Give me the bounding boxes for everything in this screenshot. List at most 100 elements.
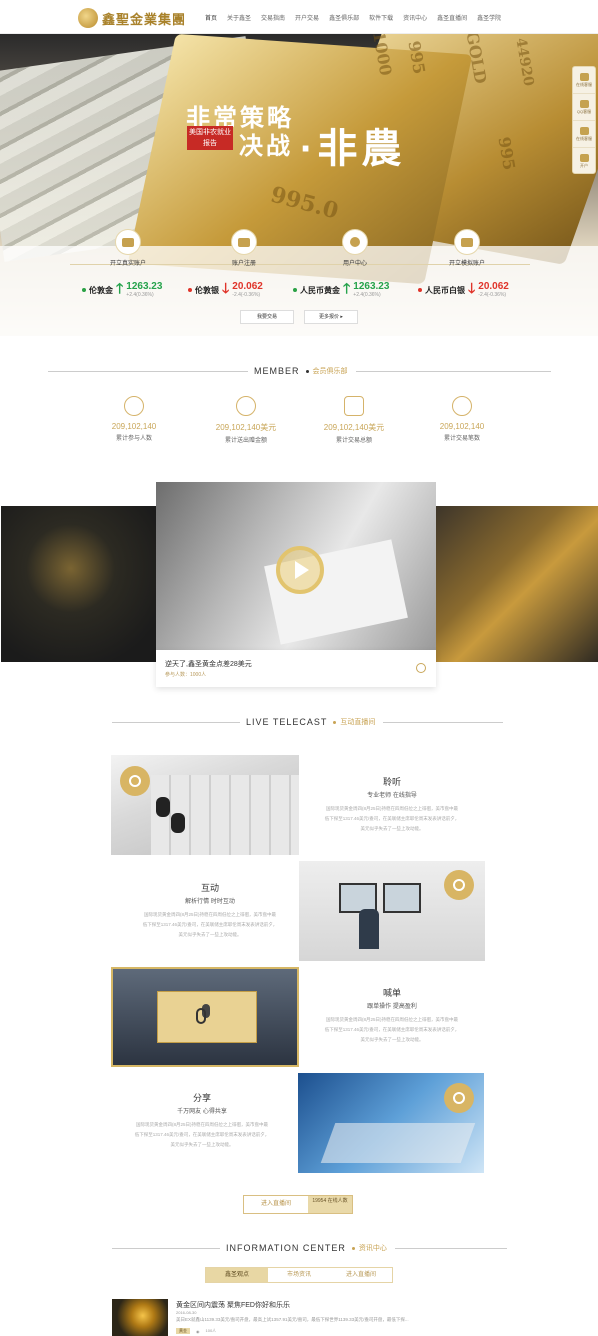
chat-icon — [579, 72, 589, 81]
live-item-title: 喊单 — [382, 988, 401, 998]
sidebar-item-online-service[interactable]: 在线客服 — [573, 67, 595, 94]
nav-item-download[interactable]: 软件下载 — [364, 13, 398, 22]
nav-item-guide[interactable]: 交易指南 — [256, 13, 290, 22]
status-dot — [82, 288, 86, 292]
stat-participants: 209,102,140 累计参与人数 — [84, 396, 184, 442]
live-item-subtitle: 千万网友 心得共享 — [177, 1109, 227, 1115]
stat-volume: 209,102,140美元 累计交易总额 — [304, 396, 404, 444]
quick-link-label[interactable]: 账户注册 — [204, 258, 284, 267]
play-small-icon[interactable] — [416, 663, 426, 673]
users-icon — [124, 396, 144, 416]
nav-item-news[interactable]: 资讯中心 — [398, 13, 432, 22]
play-icon[interactable] — [276, 546, 324, 594]
live-section-title: LIVE TELECAST 互动直播间 — [112, 717, 504, 727]
trade-button[interactable]: 我要交易 — [240, 310, 294, 324]
ticker-name: 伦敦金 — [89, 285, 113, 295]
section-title-cn: 资讯中心 — [358, 1245, 387, 1252]
sidebar-item-open[interactable]: 开户 — [573, 148, 595, 175]
quick-link-label[interactable]: 开立真实账户 — [88, 258, 168, 267]
quick-link-label[interactable]: 用户中心 — [315, 258, 395, 267]
user-center-icon[interactable] — [342, 229, 368, 255]
ticker-change: -2.4(-0.36%) — [478, 292, 507, 298]
info-tabs: 鑫圣观点 市场资讯 进入直播间 — [205, 1267, 393, 1283]
tab-market-news[interactable]: 市场资讯 — [268, 1268, 330, 1282]
dollar-hand-icon — [236, 396, 256, 416]
live-item-subtitle: 专业老师 在线指导 — [367, 793, 417, 799]
ticker-name: 伦敦银 — [195, 285, 219, 295]
section-title-en: MEMBER — [254, 366, 300, 376]
news-date: 2016-08-30 — [176, 1310, 197, 1315]
video-caption: 逆天了,鑫圣黄金点差28美元 参与人数：1000人 — [156, 650, 436, 687]
headset-icon — [579, 126, 589, 135]
nav-item-academy[interactable]: 鑫圣学院 — [472, 13, 506, 22]
stat-number: 209,102,140美元 — [215, 423, 277, 432]
live-item-title: 聆听 — [382, 777, 401, 787]
nav-item-open-account[interactable]: 开户交易 — [290, 13, 324, 22]
open-real-account-icon[interactable] — [115, 229, 141, 255]
ticker-name: 人民币黄金 — [300, 285, 340, 295]
news-title[interactable]: 黄金区间内震荡 聚焦FED你好和乐乐 — [176, 1300, 290, 1310]
section-title-cn: 会员俱乐部 — [312, 368, 348, 375]
logo-emblem-icon — [78, 8, 98, 28]
stat-number: 209,102,140美元 — [323, 423, 385, 432]
news-thumbnail[interactable] — [112, 1299, 168, 1336]
interaction-icon — [444, 870, 474, 900]
stat-label: 累计送出赠金额 — [224, 438, 267, 444]
live-item-desc: 国际现货黄金周四(8月25日)持稳在四周低位之上徘徊，美市盘中最低下探至1317… — [134, 1122, 270, 1147]
video-title[interactable]: 逆天了,鑫圣黄金点差28美元 — [165, 659, 252, 669]
news-tag[interactable]: 黄金 — [176, 1328, 190, 1334]
carousel-image-left[interactable] — [1, 506, 156, 662]
tab-viewpoint[interactable]: 鑫圣观点 — [206, 1268, 268, 1282]
register-icon[interactable] — [231, 229, 257, 255]
qr-code-icon — [579, 154, 589, 162]
stat-number: 209,102,140 — [111, 422, 157, 431]
section-title-cn: 互动直播间 — [340, 719, 376, 726]
member-section-title: MEMBER 会员俱乐部 — [48, 366, 551, 376]
tab-live-room[interactable]: 进入直播间 — [330, 1268, 392, 1282]
logo[interactable]: 鑫聖金業集團 — [78, 8, 186, 28]
nav-item-live[interactable]: 鑫圣直播间 — [432, 13, 472, 22]
ticker-rmb-gold[interactable]: 人民币黄金 🡑 1263.23 +2.4(0.36%) — [293, 278, 389, 302]
nav-item-home[interactable]: 首页 — [200, 13, 222, 22]
floating-sidebar: 在线客服 QQ客服 在线客服 开户 — [572, 66, 596, 174]
microphone-icon — [196, 1008, 206, 1024]
ticker-rmb-silver[interactable]: 人民币白银 🡓 20.062 -2.4(-0.36%) — [418, 278, 509, 302]
news-views: 100人 — [205, 1328, 217, 1333]
sidebar-item-qq[interactable]: QQ客服 — [573, 94, 595, 121]
nav-item-club[interactable]: 鑫圣俱乐部 — [324, 13, 364, 22]
more-quotes-button[interactable]: 更多报价 ▸ — [304, 310, 358, 324]
online-count: 19954 在线人数 — [308, 1196, 352, 1213]
section-title-en: LIVE TELECAST — [246, 717, 328, 727]
live-item-desc: 国际现货黄金周四(8月25日)持稳在四周低位之上徘徊，美市盘中最低下探至1317… — [324, 806, 460, 831]
page: 鑫聖金業集團 首页 关于鑫圣 交易指南 开户交易 鑫圣俱乐部 软件下载 资讯中心… — [0, 0, 598, 1336]
hero-big-text: ·非農 — [300, 127, 406, 171]
qq-icon — [579, 99, 589, 108]
ticker-change: +2.4(0.36%) — [126, 292, 154, 298]
enter-live-room-button[interactable]: 进入直播间 19954 在线人数 — [243, 1195, 353, 1214]
video-meta: 参与人数：1000人 — [165, 672, 207, 678]
ticker-london-gold[interactable]: 伦敦金 🡑 1263.23 +2.4(0.36%) — [82, 278, 162, 302]
stat-label: 累计交易笔数 — [443, 436, 480, 442]
money-bag-icon — [344, 396, 364, 416]
quick-link-label[interactable]: 开立模拟账户 — [427, 258, 507, 267]
arrow-down-icon: 🡓 — [468, 280, 476, 296]
eye-icon: ◉ — [196, 1328, 200, 1334]
carousel-image-right[interactable] — [436, 506, 598, 662]
news-desc: 美日EX就鑫山1139.33美元/盎司开盘，最高上试1357.91美元/盎司，最… — [176, 1317, 409, 1322]
ticker-change: +2.4(0.36%) — [353, 292, 381, 298]
hero-badge: 美国非农就业报告 — [187, 126, 233, 150]
stat-trades: 209,102,140 累计交易笔数 — [412, 396, 512, 442]
demo-account-icon[interactable] — [454, 229, 480, 255]
news-meta: 黄金 ◉ 100人 — [176, 1328, 216, 1334]
arrow-down-icon: 🡓 — [222, 280, 230, 296]
yen-coin-icon — [452, 396, 472, 416]
nav-item-about[interactable]: 关于鑫圣 — [222, 13, 256, 22]
video-thumbnail[interactable] — [156, 482, 436, 650]
ticker-london-silver[interactable]: 伦敦银 🡓 20.062 -2.4(-0.36%) — [188, 278, 263, 302]
info-section-title: INFORMATION CENTER 资讯中心 — [112, 1243, 507, 1253]
site-header: 鑫聖金業集團 首页 关于鑫圣 交易指南 开户交易 鑫圣俱乐部 软件下载 资讯中心… — [0, 0, 598, 34]
ticker-value: 1263.23 — [126, 281, 163, 292]
enter-live-label: 进入直播间 — [260, 1201, 291, 1207]
sidebar-item-service[interactable]: 在线客服 — [573, 121, 595, 148]
arrow-up-icon: 🡑 — [116, 280, 124, 296]
